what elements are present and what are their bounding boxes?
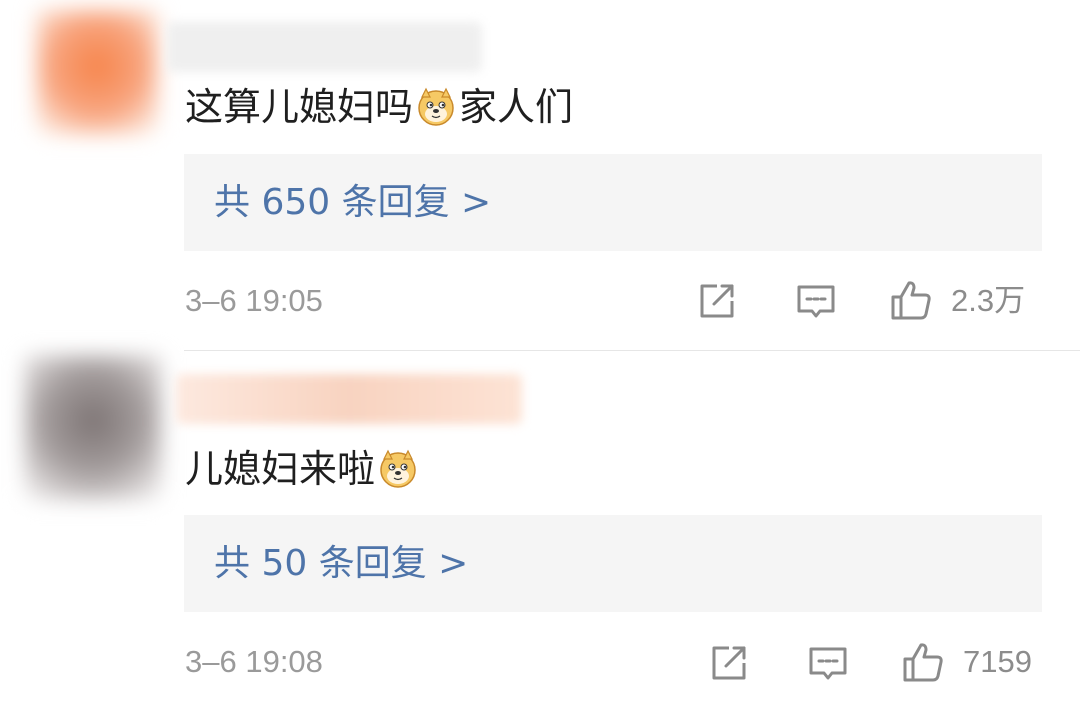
comment-timestamp: 3–6 19:08 — [185, 644, 323, 679]
comment-text-main: 这算儿媳妇吗 — [185, 85, 414, 129]
share-icon[interactable] — [695, 279, 739, 323]
comment-item: 这算儿媳妇吗 家人们 共 650 条回复 > 3–6 19:05 2.3万 — [0, 0, 1080, 350]
like-count: 7159 — [963, 644, 1032, 679]
comment-icon[interactable] — [806, 642, 850, 686]
share-icon[interactable] — [707, 641, 751, 685]
view-replies-button[interactable]: 共 650 条回复 > — [184, 154, 1042, 251]
username-blurred[interactable] — [176, 374, 522, 424]
comment-timestamp: 3–6 19:05 — [185, 283, 323, 318]
avatar[interactable] — [24, 355, 162, 501]
comment-text-tail: 家人们 — [459, 85, 574, 129]
thumbs-up-icon[interactable] — [889, 278, 933, 322]
comment-item: 儿媳妇来啦 共 50 条回复 > 3–6 19:08 7159 — [0, 351, 1080, 708]
comment-icon[interactable] — [794, 280, 838, 324]
username-blurred[interactable] — [167, 22, 482, 72]
doge-emoji-icon — [418, 87, 454, 126]
comment-text: 这算儿媳妇吗 家人们 — [185, 82, 573, 132]
like-count: 2.3万 — [951, 283, 1026, 318]
avatar[interactable] — [36, 10, 158, 135]
replies-count-link[interactable]: 共 50 条回复 > — [214, 539, 468, 589]
comment-text: 儿媳妇来啦 — [185, 444, 421, 494]
view-replies-button[interactable]: 共 50 条回复 > — [184, 515, 1042, 612]
comment-text-main: 儿媳妇来啦 — [185, 447, 376, 491]
doge-emoji-icon — [380, 449, 416, 488]
thumbs-up-icon[interactable] — [901, 640, 945, 684]
replies-count-link[interactable]: 共 650 条回复 > — [214, 178, 491, 228]
